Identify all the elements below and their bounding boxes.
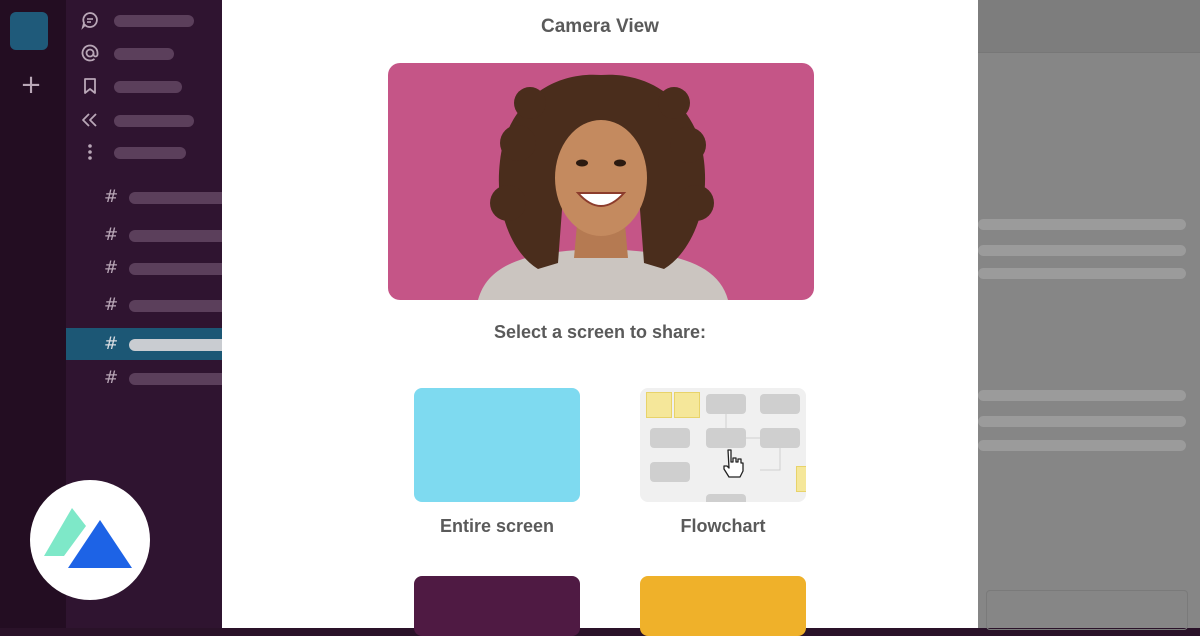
message-line-placeholder <box>978 416 1186 427</box>
sidebar-channel[interactable]: # <box>66 252 229 284</box>
flow-connectors <box>725 414 781 471</box>
channel-name-placeholder <box>129 339 229 351</box>
brand-logo <box>30 480 150 600</box>
sidebar-item-label-placeholder <box>114 81 182 93</box>
sidebar-item-threads[interactable] <box>80 9 230 31</box>
sidebar-channel[interactable]: # <box>66 219 229 251</box>
channel-hash-icon: # <box>104 187 119 207</box>
screen-share-modal: Camera View Select a screen to share: En… <box>222 0 978 636</box>
channel-name-placeholder <box>129 300 229 312</box>
threads-icon <box>80 10 100 30</box>
sidebar-item-more[interactable] <box>80 141 230 163</box>
bookmark-icon <box>80 76 100 96</box>
share-option-window-3[interactable] <box>414 576 580 636</box>
sidebar-channel[interactable]: # <box>66 289 229 321</box>
sidebar-item-label-placeholder <box>114 15 194 27</box>
sidebar-item-saved[interactable] <box>80 75 230 97</box>
sidebar-item-connect[interactable] <box>80 109 230 131</box>
sidebar-item-label-placeholder <box>114 48 174 60</box>
message-composer <box>986 590 1188 630</box>
channel-header <box>978 0 1200 53</box>
select-screen-prompt: Select a screen to share: <box>493 322 707 342</box>
sidebar-item-mentions[interactable] <box>80 42 230 64</box>
share-option-entire-screen[interactable] <box>414 388 580 502</box>
message-line-placeholder <box>978 268 1186 279</box>
camera-preview <box>388 63 814 300</box>
share-option-flowchart[interactable] <box>640 388 806 502</box>
channel-name-placeholder <box>129 373 229 385</box>
connect-icon <box>80 110 100 130</box>
channel-name-placeholder <box>129 263 229 275</box>
message-line-placeholder <box>978 440 1186 451</box>
dimmed-message-pane <box>978 0 1200 630</box>
hand-cursor-icon <box>723 449 744 478</box>
channel-hash-icon: # <box>104 225 119 245</box>
modal-title: Camera View <box>541 16 659 37</box>
sidebar-item-label-placeholder <box>114 115 194 127</box>
flowchart-label: Flowchart <box>680 516 766 536</box>
channel-hash-icon: # <box>104 368 119 388</box>
logo-triangles-icon <box>44 508 132 568</box>
channel-name-placeholder <box>129 230 229 242</box>
channel-hash-icon: # <box>104 334 119 354</box>
add-workspace-icon[interactable]: + <box>18 72 44 98</box>
message-line-placeholder <box>978 245 1186 256</box>
message-line-placeholder <box>978 390 1186 401</box>
sidebar-channel-active[interactable]: # <box>66 328 229 360</box>
sidebar-item-label-placeholder <box>114 147 186 159</box>
more-icon <box>80 142 100 162</box>
channel-hash-icon: # <box>104 295 119 315</box>
message-line-placeholder <box>978 219 1186 230</box>
channel-name-placeholder <box>129 192 229 204</box>
share-option-window-4[interactable] <box>640 576 806 636</box>
channel-hash-icon: # <box>104 258 119 278</box>
entire-screen-label: Entire screen <box>439 516 555 536</box>
mention-icon <box>80 43 100 63</box>
sidebar-channel[interactable]: # <box>66 362 229 394</box>
workspace-icon[interactable] <box>10 12 48 50</box>
sidebar-channel[interactable]: # <box>66 181 229 213</box>
person-image <box>478 74 728 300</box>
